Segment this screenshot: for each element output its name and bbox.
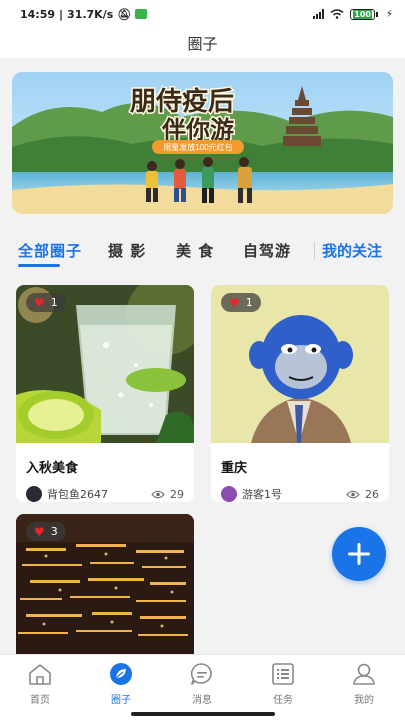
like-badge: ♥ 1 [221, 293, 261, 312]
home-indicator[interactable] [131, 712, 275, 716]
status-network-speed: 31.7K/s [67, 7, 114, 21]
tab-food[interactable]: 美 食 [176, 240, 214, 261]
heart-icon: ♥ [34, 295, 45, 310]
like-count: 1 [50, 296, 58, 309]
like-badge: ♥ 1 [26, 293, 66, 312]
post-card[interactable]: ♥ 3 [16, 514, 194, 654]
circle-leaf-icon [108, 661, 134, 687]
tab-divider [314, 242, 315, 260]
battery-icon: 100 [350, 8, 378, 20]
page-title: 圈子 [187, 34, 218, 53]
tab-road-trip[interactable]: 自驾游 [243, 240, 291, 261]
view-count-group: 29 [151, 488, 184, 501]
tab-photography[interactable]: 摄 影 [108, 240, 146, 261]
author-name: 游客1号 [242, 488, 282, 501]
view-count: 29 [170, 487, 184, 501]
nav-label: 我的 [354, 695, 374, 706]
plus-icon [348, 543, 370, 565]
nav-label: 首页 [30, 695, 50, 706]
nav-label: 消息 [192, 695, 212, 706]
wifi-icon [330, 9, 344, 19]
home-icon [27, 661, 53, 687]
status-time: 14:59 [20, 7, 56, 21]
signal-icon [313, 9, 325, 19]
charging-icon: ⚡︎ [385, 8, 393, 20]
eye-icon [151, 490, 165, 498]
author-avatar [26, 486, 42, 502]
task-icon [270, 661, 296, 687]
post-card-image: ♥ 1 [211, 285, 389, 443]
post-card[interactable]: ♥ 1 入秋美食 背包鱼2647 29 [16, 285, 194, 502]
post-meta: 游客1号 26 [211, 476, 389, 502]
author-name: 背包鱼2647 [47, 488, 108, 501]
eye-icon [346, 490, 360, 498]
tab-my-follows[interactable]: 我的关注 [322, 240, 382, 261]
banner-ribbon: 限量发放100元红包 [163, 142, 232, 152]
like-count: 3 [50, 525, 58, 538]
banner-image: 朋侍疫后 伴你游 限量发放100元红包 [12, 72, 393, 214]
nav-home[interactable]: 首页 [8, 661, 72, 706]
mute-icon: 🔕︎ [117, 7, 132, 21]
message-icon [189, 661, 215, 687]
page-header: 圈子 [0, 28, 405, 58]
view-count-group: 26 [346, 488, 379, 501]
heart-icon: ♥ [229, 295, 240, 310]
circle-page: 14:59 | 31.7K/s 🔕︎ 100 ⚡︎ 圈子 朋侍疫后 伴你游 限量… [0, 0, 405, 720]
post-title: 入秋美食 [26, 461, 79, 476]
like-count: 1 [245, 296, 253, 309]
app-badge-icon [135, 9, 148, 19]
nav-label: 任务 [273, 695, 293, 706]
view-count: 26 [365, 487, 379, 501]
post-meta: 背包鱼2647 29 [16, 476, 194, 502]
status-bar: 14:59 | 31.7K/s 🔕︎ 100 ⚡︎ [0, 0, 405, 28]
banner-headline-line2: 伴你游 [161, 116, 234, 144]
post-card[interactable]: ♥ 1 重庆 游客1号 26 [211, 285, 389, 502]
author-avatar [221, 486, 237, 502]
heart-icon: ♥ [34, 524, 45, 539]
circle-tabs: 全部圈子 摄 影 美 食 自驾游 我的关注 [0, 232, 405, 272]
promo-banner[interactable]: 朋侍疫后 伴你游 限量发放100元红包 [12, 72, 393, 214]
bottom-nav: 首页 圈子 消息 任务 我的 [0, 654, 405, 720]
nav-messages[interactable]: 消息 [170, 661, 234, 706]
like-badge: ♥ 3 [26, 522, 66, 541]
battery-level: 100 [353, 9, 372, 19]
tab-all-circles[interactable]: 全部圈子 [18, 240, 82, 261]
nav-label: 圈子 [111, 695, 131, 706]
nav-tasks[interactable]: 任务 [251, 661, 315, 706]
nav-circle[interactable]: 圈子 [89, 661, 153, 706]
profile-icon [351, 661, 377, 687]
banner-headline-line1: 朋侍疫后 [130, 86, 234, 116]
active-tab-indicator [18, 264, 60, 267]
add-post-button[interactable] [332, 527, 386, 581]
post-card-image: ♥ 1 [16, 285, 194, 443]
post-card-image: ♥ 3 [16, 514, 194, 654]
nav-profile[interactable]: 我的 [332, 661, 396, 706]
post-title: 重庆 [221, 461, 248, 476]
